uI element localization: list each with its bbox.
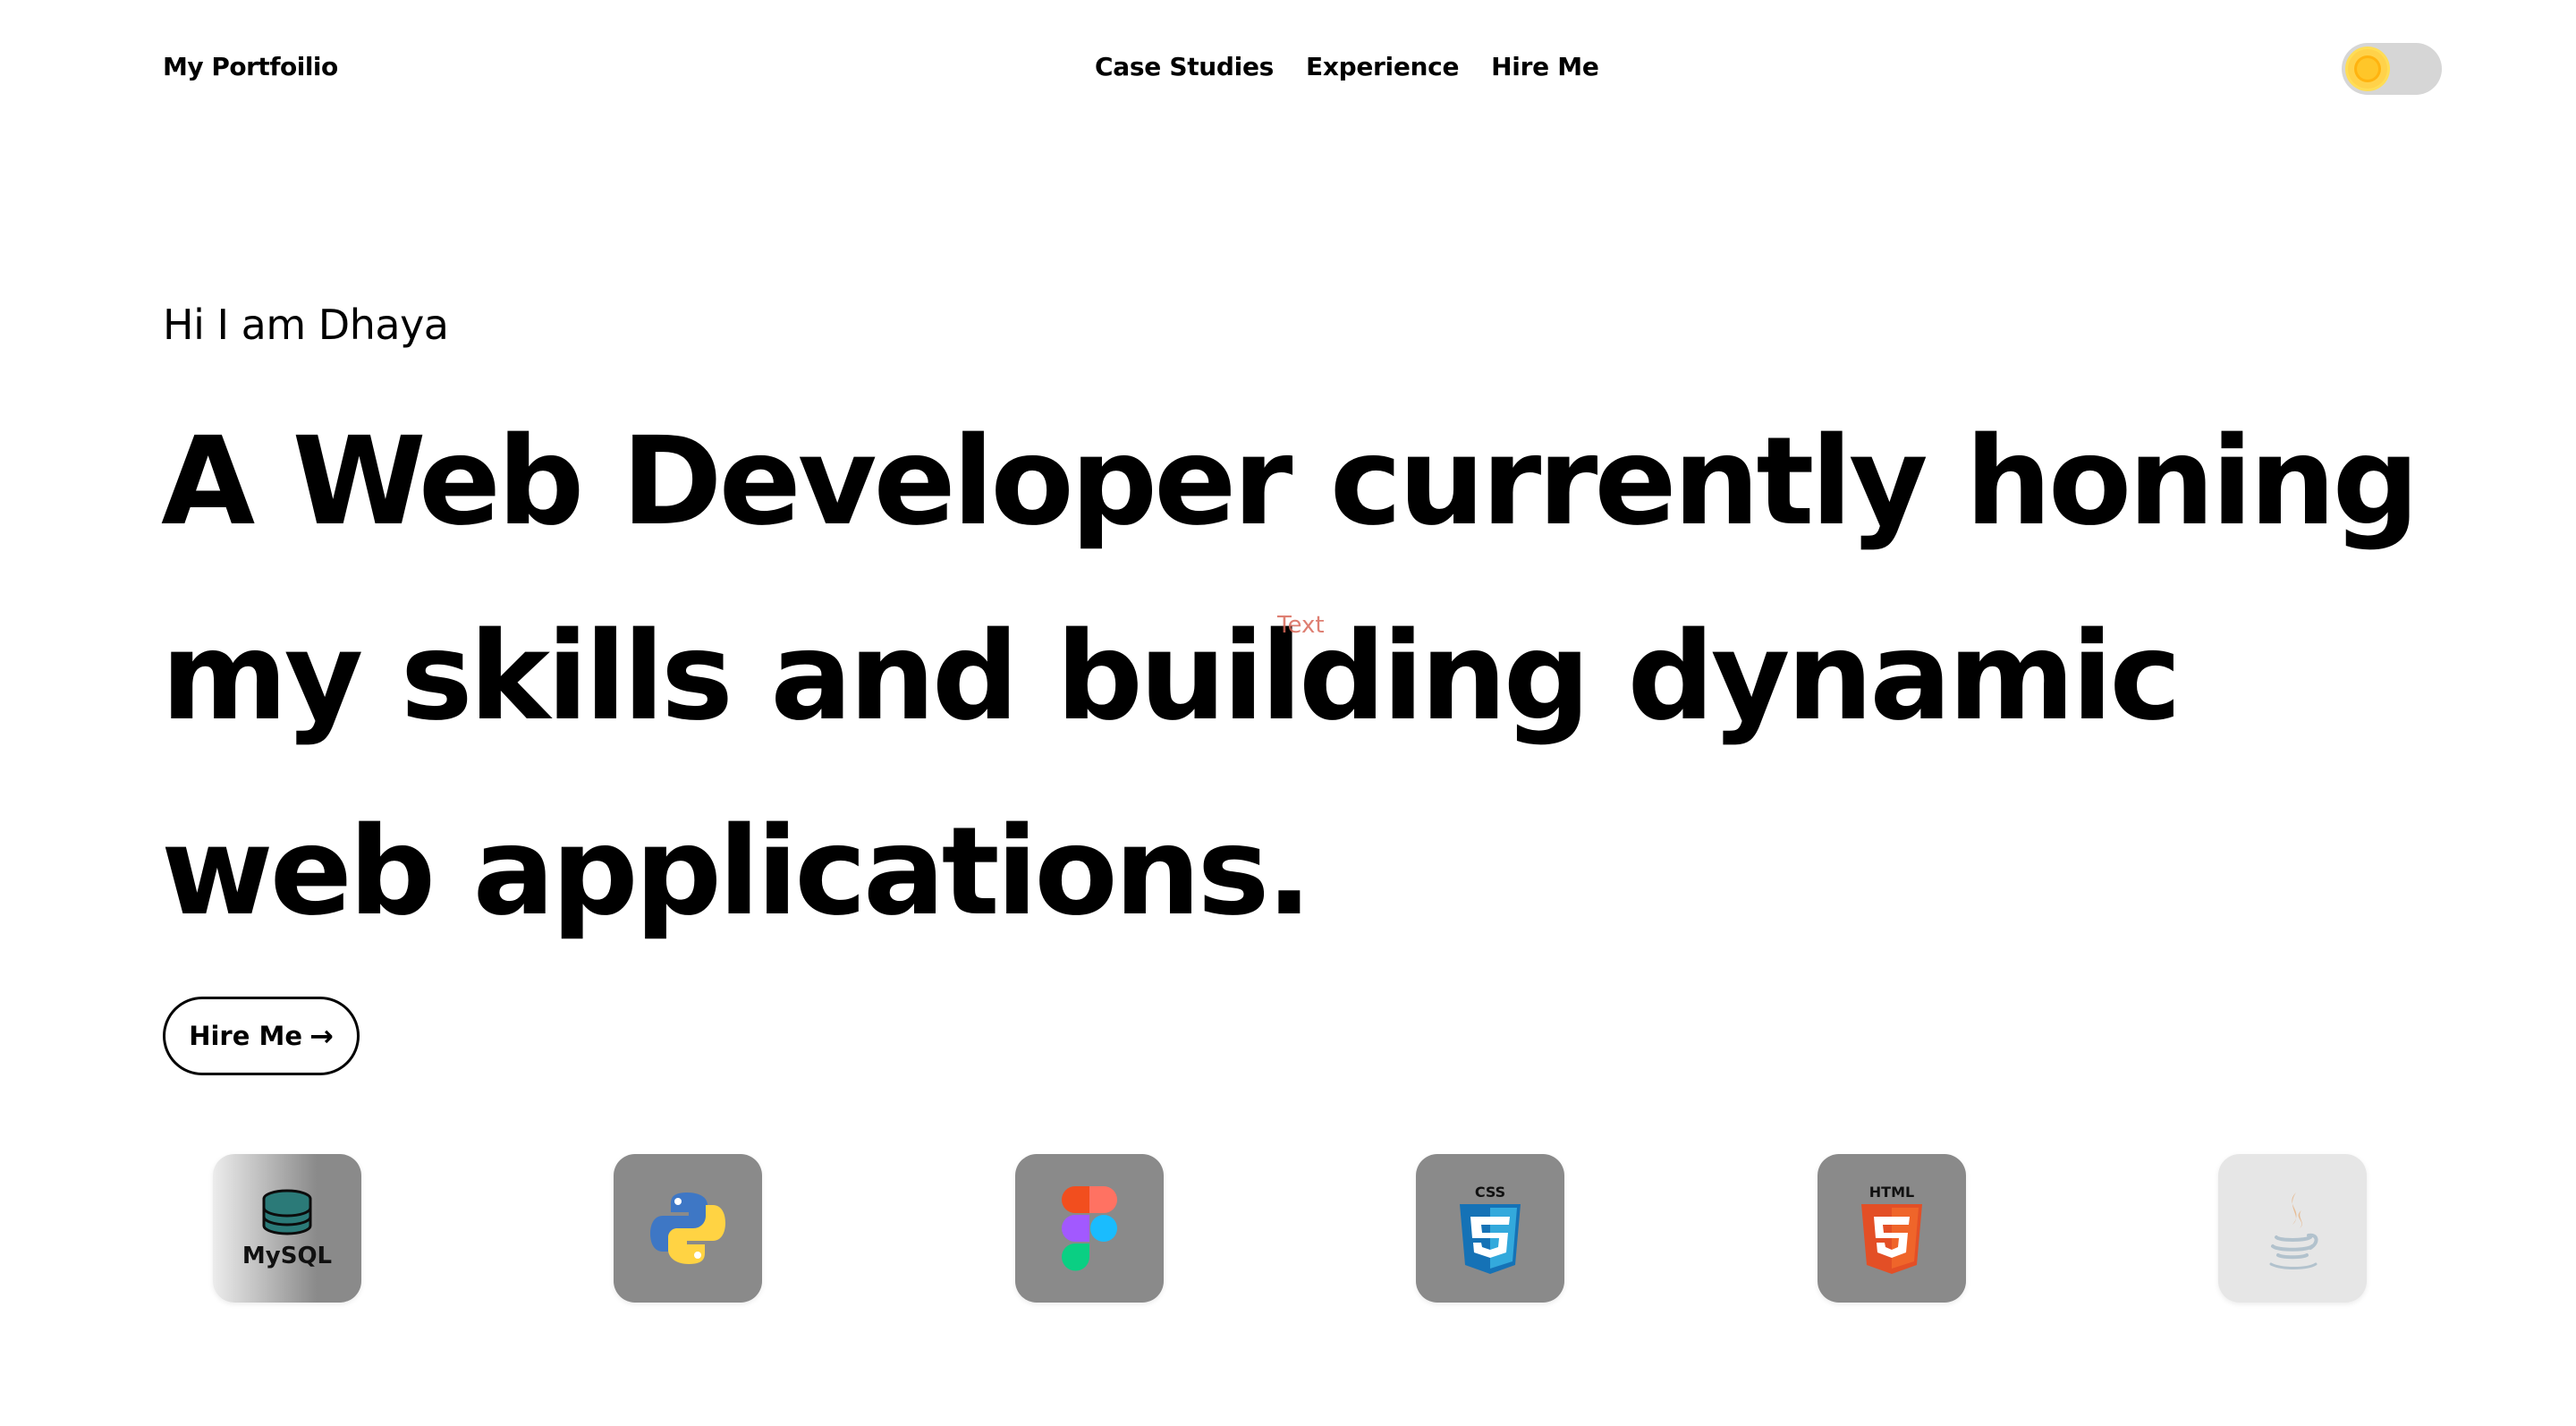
main-nav: Case Studies Experience Hire Me bbox=[1095, 52, 1599, 81]
html5-icon: HTML bbox=[1860, 1184, 1922, 1274]
sun-icon bbox=[2345, 47, 2390, 91]
portfolio-page: My Portfoilio Case Studies Experience Hi… bbox=[0, 0, 2576, 1426]
placeholder-text-label: Text bbox=[1277, 612, 1325, 639]
hire-me-button[interactable]: Hire Me → bbox=[163, 997, 360, 1075]
skill-tile-mysql: MySQL bbox=[213, 1154, 361, 1303]
nav-experience[interactable]: Experience bbox=[1306, 52, 1459, 81]
theme-toggle[interactable] bbox=[2342, 43, 2442, 95]
skills-row: MySQL CSS HTML bbox=[213, 1154, 2367, 1303]
hero-headline: A Web Developer currently honing my skil… bbox=[161, 412, 2419, 943]
skill-tile-figma bbox=[1014, 1154, 1164, 1303]
figma-icon bbox=[1061, 1186, 1117, 1271]
arrow-right-icon: → bbox=[309, 1019, 334, 1053]
nav-case-studies[interactable]: Case Studies bbox=[1095, 52, 1274, 81]
nav-hire-me[interactable]: Hire Me bbox=[1491, 52, 1599, 81]
svg-text:CSS: CSS bbox=[1475, 1184, 1505, 1201]
skill-tile-html5: HTML bbox=[1817, 1154, 1966, 1303]
skill-tile-python bbox=[614, 1154, 763, 1303]
mysql-icon: MySQL bbox=[242, 1189, 332, 1269]
skill-tile-css3: CSS bbox=[1416, 1154, 1565, 1303]
svg-text:HTML: HTML bbox=[1868, 1184, 1913, 1201]
svg-text:MySQL: MySQL bbox=[242, 1243, 332, 1269]
css3-icon: CSS bbox=[1460, 1184, 1521, 1274]
skill-tile-java bbox=[2217, 1154, 2367, 1303]
hero-greeting: Hi I am Dhaya bbox=[163, 301, 449, 349]
brand-logo[interactable]: My Portfoilio bbox=[163, 52, 338, 81]
hire-me-label: Hire Me bbox=[189, 1021, 302, 1051]
python-icon bbox=[650, 1193, 726, 1264]
java-icon bbox=[2269, 1193, 2318, 1269]
